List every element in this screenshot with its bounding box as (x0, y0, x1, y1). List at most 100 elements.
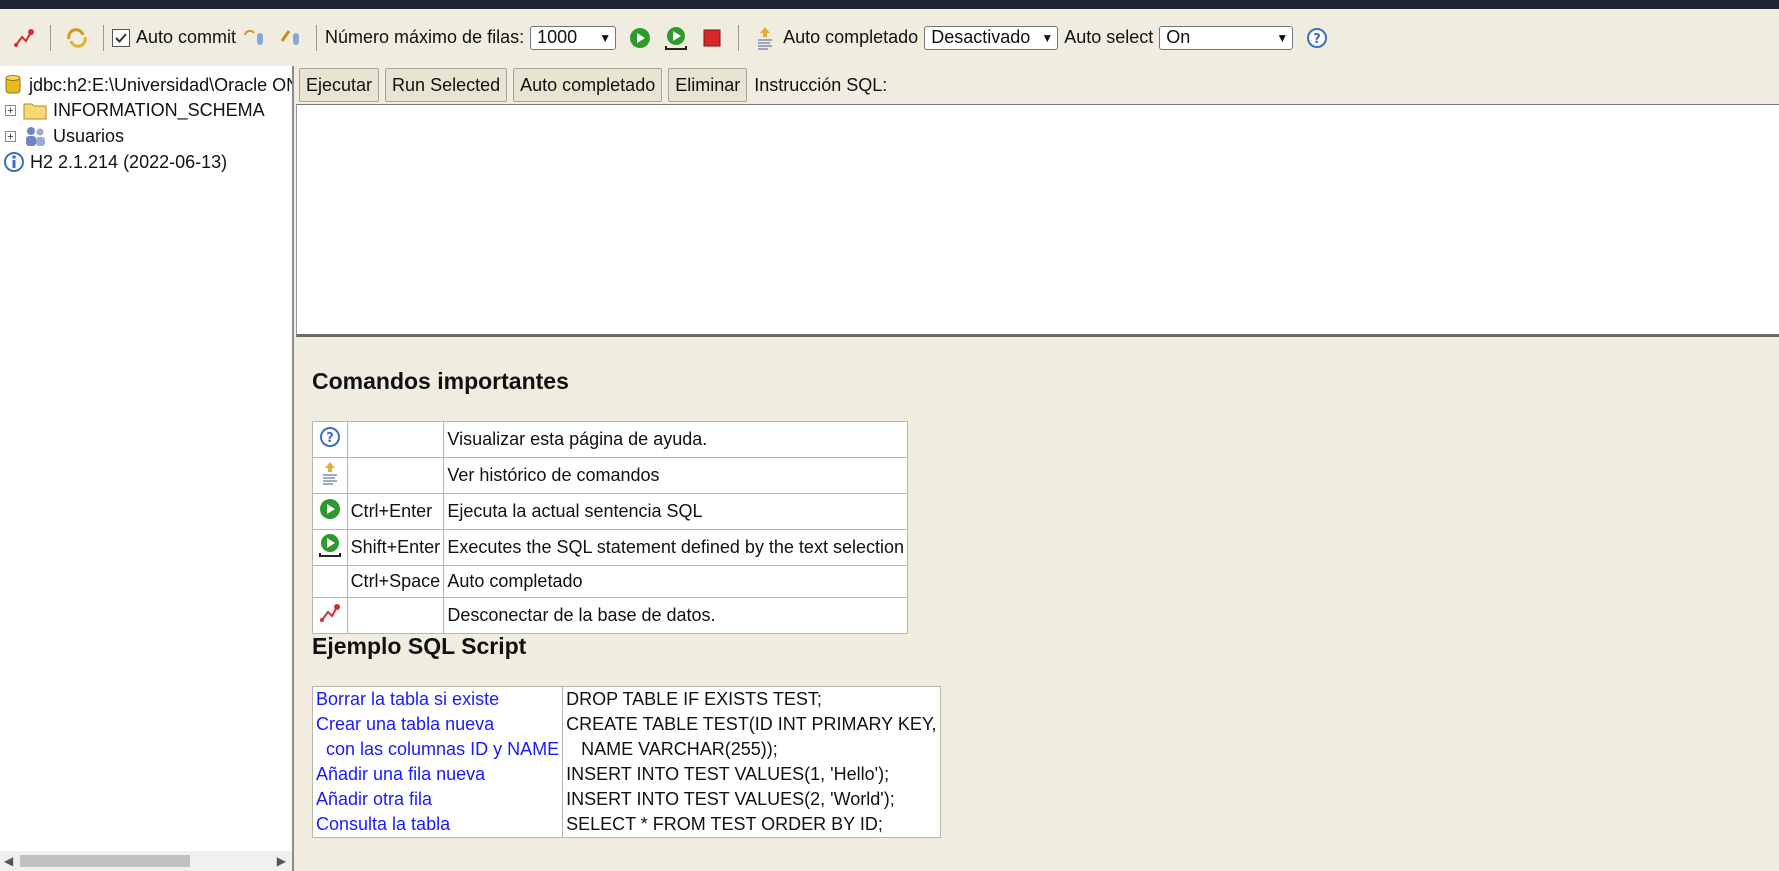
commit-icon[interactable] (276, 24, 304, 52)
table-row: Shift+Enter Executes the SQL statement d… (312, 529, 908, 566)
expand-icon[interactable]: + (5, 130, 16, 142)
autocomplete-button[interactable]: Auto completado (513, 68, 663, 102)
table-row: Añadir una fila nueva INSERT INTO TEST V… (312, 762, 941, 787)
tree-item-usuarios[interactable]: + Usuarios (0, 123, 124, 149)
table-row: Consulta la tabla SELECT * FROM TEST ORD… (312, 812, 941, 838)
folder-icon (23, 100, 47, 120)
shortcut-cell: Ctrl+Enter (346, 493, 445, 530)
scroll-left-icon[interactable]: ◀ (4, 854, 13, 868)
example-sql: DROP TABLE IF EXISTS TEST; (566, 689, 822, 709)
run-selected-icon[interactable] (662, 24, 690, 52)
max-rows-value: 1000 (537, 27, 578, 47)
table-row: Ctrl+Space Auto completado (312, 565, 908, 598)
toolbar-separator (50, 24, 51, 51)
description-cell: Ejecuta la actual sentencia SQL (443, 493, 908, 530)
main-panel: Ejecutar Run Selected Auto completado El… (296, 66, 1779, 871)
example-link[interactable]: Borrar la tabla si existe (312, 686, 564, 712)
chevron-down-icon: ▼ (1041, 30, 1054, 45)
commands-table: ? Visualizar esta página de ayuda. Ver h… (312, 421, 908, 634)
run-button[interactable]: Ejecutar (299, 68, 380, 102)
shortcut-cell: Ctrl+Space (346, 565, 445, 598)
autoselect-select[interactable]: On ▼ (1159, 25, 1294, 50)
example-title: Ejemplo SQL Script (312, 633, 527, 659)
example-link[interactable]: con las columnas ID y NAME (312, 737, 564, 762)
table-cell (312, 597, 348, 634)
table-row: Añadir otra fila INSERT INTO TEST VALUES… (312, 787, 941, 812)
run-selected-icon (318, 533, 342, 557)
table-row: con las columnas ID y NAME NAME VARCHAR(… (312, 737, 941, 762)
rollback-icon[interactable] (240, 24, 268, 52)
scrollbar-thumb[interactable] (20, 855, 190, 867)
shortcut-cell: Shift+Enter (346, 529, 445, 566)
example-sql: INSERT INTO TEST VALUES(2, 'World'); (566, 789, 895, 809)
autoselect-label: Auto select (1064, 27, 1154, 47)
tree-version: H2 2.1.214 (2022-06-13) (3, 149, 227, 175)
table-row: Borrar la tabla si existe DROP TABLE IF … (312, 686, 941, 712)
expand-icon[interactable]: + (5, 104, 16, 116)
help-icon[interactable]: ? (1303, 24, 1331, 52)
table-cell (312, 457, 348, 494)
table-cell (312, 529, 348, 566)
max-rows-select[interactable]: 1000 ▼ (530, 25, 617, 50)
run-selected-button[interactable]: Run Selected (385, 68, 508, 102)
sql-button-bar: Ejecutar Run Selected Auto completado El… (296, 66, 1779, 104)
table-row: Desconectar de la base de datos. (312, 597, 908, 634)
run-icon (319, 498, 341, 520)
sql-editor[interactable] (296, 104, 1779, 337)
svg-text:?: ? (326, 431, 334, 446)
description-cell: Executes the SQL statement defined by th… (443, 529, 908, 566)
auto-commit-checkbox[interactable] (112, 28, 130, 47)
tree-item-label: Usuarios (53, 125, 125, 146)
tree-item-label: INFORMATION_SCHEMA (53, 99, 265, 120)
example-link[interactable]: Añadir una fila nueva (312, 762, 564, 787)
example-link[interactable]: Añadir otra fila (312, 787, 564, 812)
disconnect-icon (319, 602, 341, 624)
clear-button[interactable]: Eliminar (668, 68, 748, 102)
autocomplete-label: Auto completado (783, 27, 919, 47)
description-cell: Visualizar esta página de ayuda. (443, 421, 908, 458)
help-icon: ? (319, 426, 341, 448)
scroll-right-icon[interactable]: ▶ (277, 854, 286, 868)
example-link[interactable]: Consulta la tabla (312, 812, 564, 838)
history-icon[interactable] (751, 24, 779, 52)
autoselect-value: On (1166, 27, 1191, 47)
table-row: ? Visualizar esta página de ayuda. (312, 421, 908, 458)
example-sql: INSERT INTO TEST VALUES(1, 'Hello'); (566, 764, 890, 784)
users-icon (23, 125, 47, 147)
description-cell: Desconectar de la base de datos. (443, 597, 908, 634)
autocomplete-select[interactable]: Desactivado ▼ (924, 25, 1059, 50)
description-cell: Auto completado (443, 565, 908, 598)
info-icon (3, 151, 25, 173)
chevron-down-icon: ▼ (599, 30, 612, 45)
table-cell (312, 493, 348, 530)
toolbar-separator (103, 24, 104, 51)
toolbar: Auto commit Número máximo de filas: 1000… (0, 9, 1779, 66)
autocomplete-value: Desactivado (931, 27, 1031, 47)
table-row: Crear una tabla nueva CREATE TABLE TEST(… (312, 712, 941, 737)
example-sql: SELECT * FROM TEST ORDER BY ID; (566, 814, 883, 834)
example-sql: CREATE TABLE TEST(ID INT PRIMARY KEY, (566, 714, 937, 734)
example-table: Borrar la tabla si existe DROP TABLE IF … (312, 686, 941, 838)
toolbar-separator (316, 24, 318, 51)
table-cell (312, 565, 348, 598)
description-cell: Ver histórico de comandos (443, 457, 908, 494)
tree-connection[interactable]: jdbc:h2:E:\Universidad\Oracle ON (5, 72, 292, 98)
auto-commit-label: Auto commit (136, 27, 237, 47)
schema-tree-panel: jdbc:h2:E:\Universidad\Oracle ON + INFOR… (0, 66, 294, 871)
disconnect-icon[interactable] (10, 24, 38, 52)
database-icon (5, 74, 21, 96)
example-link[interactable]: Crear una tabla nueva (312, 712, 564, 737)
refresh-icon[interactable] (63, 24, 91, 52)
toolbar-separator (738, 24, 740, 51)
svg-text:?: ? (1313, 32, 1321, 47)
sql-statement-label: Instrucción SQL: (754, 74, 888, 95)
help-panel: Comandos importantes ? Visualizar esta p… (296, 338, 1779, 871)
stop-icon[interactable] (698, 24, 726, 52)
table-row: Ver histórico de comandos (312, 457, 908, 494)
history-icon (320, 460, 340, 486)
shortcut-cell (346, 597, 445, 634)
tree-item-information-schema[interactable]: + INFORMATION_SCHEMA (0, 97, 265, 123)
horizontal-scrollbar[interactable]: ◀ ▶ (0, 851, 292, 871)
help-title: Comandos importantes (312, 368, 569, 394)
run-icon[interactable] (626, 24, 654, 52)
